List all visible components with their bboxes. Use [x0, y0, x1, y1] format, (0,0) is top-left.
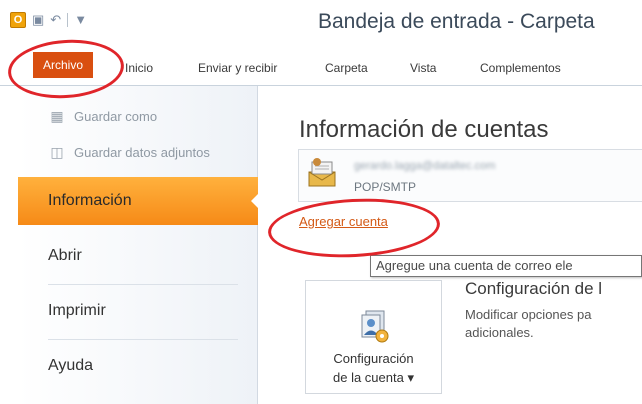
sidebar-item-abrir[interactable]: Abrir [18, 232, 258, 280]
account-settings-label-line2: de la cuenta ▾ [333, 370, 414, 385]
toolbar-separator [67, 13, 69, 27]
customize-icon[interactable]: ▼ [74, 12, 87, 28]
tab-complementos[interactable]: Complementos [480, 61, 561, 75]
account-type: POP/SMTP [354, 180, 417, 194]
ribbon-tab-bar: Inicio Enviar y recibir Carpeta Vista Co… [0, 48, 642, 86]
account-email: gerardo.lagga@dataltec.com [354, 160, 496, 172]
sidebar-item-label: Imprimir [48, 302, 106, 319]
sidebar-item-label: Abrir [48, 247, 82, 264]
section-description-line2: adicionales. [465, 325, 534, 340]
save-attachments-command[interactable]: ◫ Guardar datos adjuntos [48, 144, 210, 161]
selection-arrow-icon [251, 193, 259, 209]
sidebar-item-label: Ayuda [48, 357, 94, 374]
quick-access-toolbar: O ▣ ↶ ▼ [10, 12, 87, 28]
sidebar-item-label: Información [48, 192, 132, 209]
outlook-app-icon[interactable]: O [10, 12, 26, 28]
account-settings-section-description: Modificar opciones pa adicionales. [465, 306, 642, 342]
undo-icon[interactable]: ↶ [50, 12, 61, 28]
section-description-line1: Modificar opciones pa [465, 307, 592, 322]
window-title: Bandeja de entrada - Carpeta [318, 10, 595, 33]
account-settings-label-line1: Configuración [333, 351, 414, 366]
add-account-tooltip: Agregue una cuenta de correo ele [370, 255, 642, 277]
add-account-link[interactable]: Agregar cuenta [299, 214, 388, 229]
mail-account-icon [308, 158, 336, 187]
sidebar-item-informacion[interactable]: Información [18, 177, 259, 225]
save-attachments-label: Guardar datos adjuntos [74, 145, 210, 160]
sidebar-divider [48, 284, 238, 285]
tab-archivo[interactable]: Archivo [33, 52, 93, 78]
attachments-icon: ◫ [50, 144, 64, 160]
sidebar-item-ayuda[interactable]: Ayuda [18, 342, 258, 390]
account-settings-icon [361, 310, 389, 343]
account-settings-button[interactable]: Configuración de la cuenta ▾ [305, 280, 442, 394]
tab-vista[interactable]: Vista [410, 61, 436, 75]
account-settings-section-title: Configuración de l [465, 279, 603, 298]
sidebar-divider [48, 339, 238, 340]
page-title: Información de cuentas [299, 116, 549, 143]
tab-carpeta[interactable]: Carpeta [325, 61, 368, 75]
tab-inicio[interactable]: Inicio [125, 61, 153, 75]
save-as-label: Guardar como [74, 109, 158, 124]
save-as-command[interactable]: ▦ Guardar como [48, 108, 157, 125]
account-selector[interactable]: gerardo.lagga@dataltec.com POP/SMTP [298, 149, 642, 202]
tab-enviar-recibir[interactable]: Enviar y recibir [198, 61, 277, 75]
save-as-icon: ▦ [50, 108, 64, 124]
sidebar-item-imprimir[interactable]: Imprimir [18, 287, 258, 335]
title-bar: O ▣ ↶ ▼ Bandeja de entrada - Carpeta [0, 0, 642, 48]
account-info-panel: Información de cuentas gerardo.lagga@dat… [259, 86, 642, 404]
backstage-sidebar: ▦ Guardar como ◫ Guardar datos adjuntos … [18, 86, 259, 404]
save-icon[interactable]: ▣ [32, 12, 44, 28]
